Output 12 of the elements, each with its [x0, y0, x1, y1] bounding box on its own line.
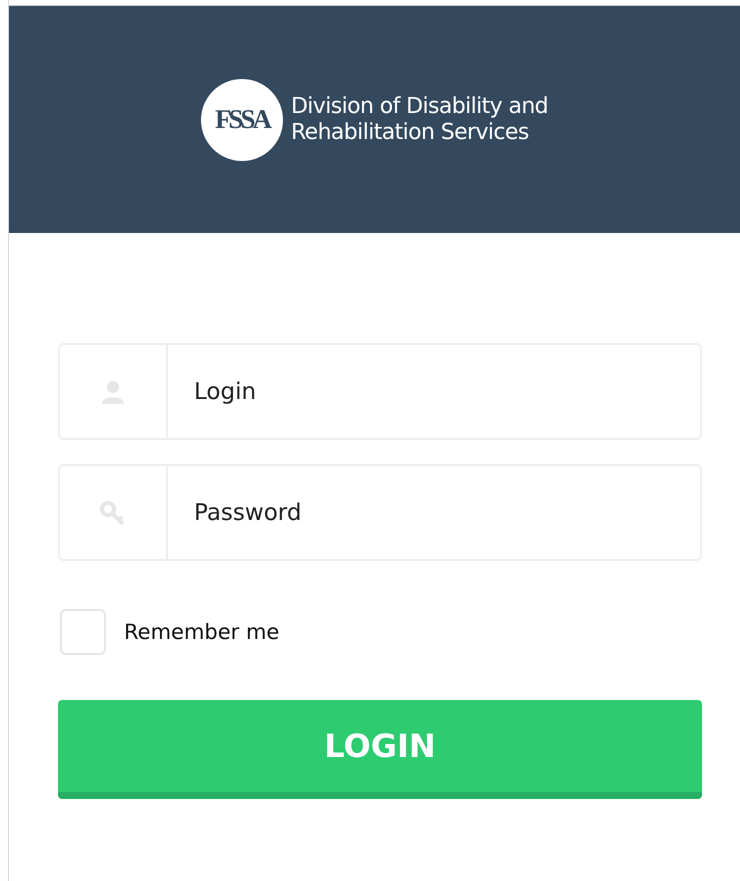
password-input-group[interactable]: Password [58, 464, 702, 561]
login-input-group[interactable]: Login [58, 343, 702, 440]
user-icon [100, 378, 126, 404]
organization-name: Division of Disability and [290, 94, 548, 120]
organization-name: Rehabilitation Services [290, 120, 530, 146]
key-icon [99, 500, 127, 526]
remember-label: Remember me [124, 620, 280, 644]
logo-emblem: FSSA [200, 78, 283, 160]
login-field[interactable]: Login [168, 345, 700, 438]
password-field[interactable]: Password [168, 466, 700, 559]
login-button[interactable]: LOGIN [58, 700, 702, 799]
remember-checkbox[interactable] [60, 609, 106, 655]
